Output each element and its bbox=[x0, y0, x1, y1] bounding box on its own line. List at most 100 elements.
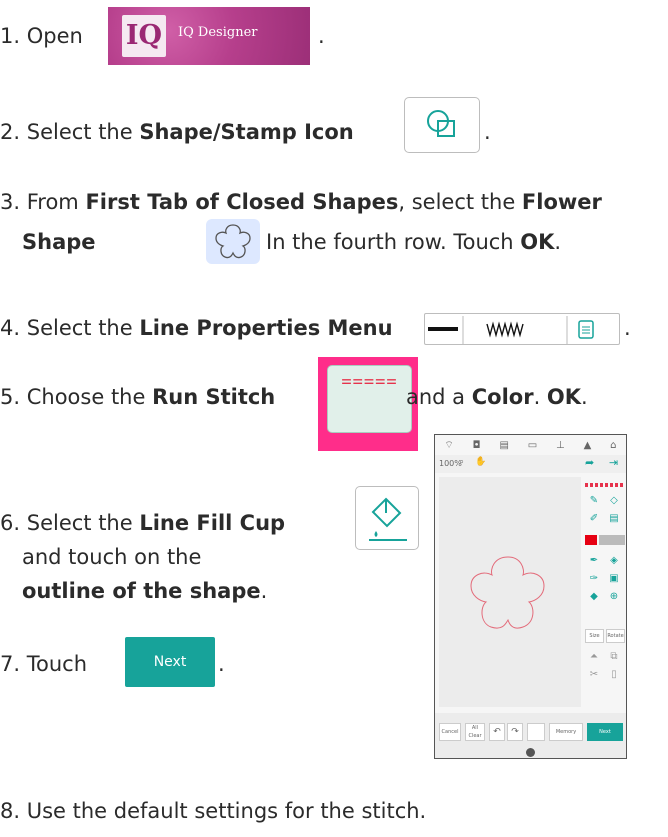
step-number: 5. bbox=[0, 385, 21, 409]
flower-outline-icon bbox=[215, 224, 251, 259]
hand-icon: ✋ bbox=[475, 457, 487, 467]
home-dot-icon bbox=[526, 748, 535, 757]
step-text: Use the default settings for the stitch. bbox=[26, 799, 427, 823]
step-bold: OK bbox=[520, 230, 555, 254]
step-1-end: . bbox=[318, 24, 325, 48]
design-canvas bbox=[439, 477, 581, 707]
line-fill-cup-icon bbox=[355, 486, 419, 550]
step-6-line-3: outline of the shape. bbox=[22, 577, 267, 605]
flower-shape-icon bbox=[206, 219, 260, 264]
all-clear-button: All Clear bbox=[465, 723, 485, 741]
line-properties-glyphs-icon bbox=[428, 316, 594, 344]
step-number: 2. bbox=[0, 120, 21, 144]
stamp-icon: ✑ bbox=[589, 573, 599, 584]
frame-icon: ▭ bbox=[527, 439, 538, 451]
step-bold: Shape bbox=[22, 230, 96, 254]
home-icon: ⌂ bbox=[610, 439, 617, 451]
step-text: , select the bbox=[398, 190, 522, 214]
run-stitch-button-highlight: ===== bbox=[318, 357, 418, 451]
step-bold: Line Properties Menu bbox=[139, 316, 393, 340]
eraser-icon: ✐ bbox=[589, 513, 599, 524]
step-4: 4. Select the Line Properties Menu bbox=[0, 314, 393, 342]
step-text: Select the bbox=[26, 316, 140, 340]
scissors-eraser-icon: ◆ bbox=[590, 591, 598, 602]
shape-stamp-icon bbox=[404, 97, 480, 153]
step-4-end: . bbox=[624, 316, 631, 340]
step-text: Touch bbox=[26, 652, 88, 676]
magnifier-icon: ⌕ bbox=[459, 457, 465, 467]
step-text: . bbox=[260, 579, 268, 603]
screen-next-button: Next bbox=[587, 723, 623, 741]
copy-icon: ⧉ bbox=[610, 651, 618, 662]
step-text: . bbox=[533, 385, 547, 409]
step-bold: Color bbox=[471, 385, 534, 409]
color-swatch-red bbox=[585, 535, 597, 545]
step-number: 3. bbox=[0, 190, 21, 214]
step-7-end: . bbox=[218, 652, 225, 676]
run-stitch-pattern: ===== bbox=[327, 365, 412, 433]
step-3-line-2-rest: In the fourth row. Touch OK. bbox=[266, 228, 561, 256]
iq-logo-label: IQ Designer bbox=[178, 25, 258, 40]
step-5-rest: and a Color. OK. bbox=[406, 383, 588, 411]
flower-outline-preview-icon bbox=[470, 556, 545, 629]
thread-icon: ⊥ bbox=[556, 439, 565, 451]
screen-toolbar: 100% ⌕ ✋ ➦ ⇥ bbox=[435, 455, 626, 473]
step-2-end: . bbox=[484, 120, 491, 144]
wifi-icon: ⌔ bbox=[444, 439, 454, 451]
screen-status-bar: ⌔ ◘ ▤ ▭ ⊥ ▲ ⌂ bbox=[435, 435, 626, 455]
shape-stamp-glyph-icon bbox=[427, 110, 455, 137]
redo-button: ↷ bbox=[507, 723, 523, 741]
brush-icon: ✒ bbox=[589, 555, 599, 566]
undo-button: ↶ bbox=[489, 723, 505, 741]
step-bold: Line Fill Cup bbox=[139, 511, 286, 535]
preview-button bbox=[527, 723, 545, 741]
memory-button: Memory bbox=[549, 723, 583, 741]
step-bold: First Tab of Closed Shapes bbox=[85, 190, 399, 214]
delete-icon: ▯ bbox=[611, 669, 617, 680]
machine-screen-preview: ⌔ ◘ ▤ ▭ ⊥ ▲ ⌂ 100% ⌕ ✋ ➦ ⇥ ✎ ◇ ✐ ▤ ✒ ◈ ✑… bbox=[434, 434, 627, 759]
document-icon: ▤ bbox=[499, 439, 509, 451]
cancel-button: Cancel bbox=[439, 723, 461, 741]
step-bold: outline of the shape bbox=[22, 579, 261, 603]
flip-icon: ⏶ bbox=[590, 651, 598, 662]
step-number: 4. bbox=[0, 316, 21, 340]
iq-designer-logo: IQ IQ Designer bbox=[108, 7, 310, 65]
size-button: Size bbox=[585, 629, 604, 643]
step-number: 7. bbox=[0, 652, 21, 676]
step-text: Select the bbox=[26, 511, 140, 535]
step-6-line-2: and touch on the bbox=[22, 545, 202, 569]
step-number: 6. bbox=[0, 511, 21, 535]
export-icon: ⇥ bbox=[609, 456, 619, 469]
iq-logo-mark: IQ bbox=[122, 15, 166, 57]
step-7: 7. Touch bbox=[0, 650, 87, 678]
step-3-line-2: Shape bbox=[22, 228, 96, 256]
next-button: Next bbox=[125, 637, 215, 687]
step-text: In the fourth row. Touch bbox=[266, 230, 521, 254]
lock-icon: ▲ bbox=[583, 439, 592, 451]
camera-icon: ◘ bbox=[472, 439, 481, 451]
shapes-icon: ⊕ bbox=[609, 591, 619, 602]
step-3: 3. From First Tab of Closed Shapes, sele… bbox=[0, 188, 602, 216]
step-text: . bbox=[581, 385, 588, 409]
redo-arrow-icon: ➦ bbox=[585, 456, 595, 469]
list-icon: ▤ bbox=[609, 513, 619, 524]
color-swatch-gray bbox=[599, 535, 625, 545]
step-1: 1. Open bbox=[0, 22, 83, 50]
line-type-indicator bbox=[585, 483, 625, 487]
screen-bottom-bar: Cancel All Clear ↶ ↷ Memory Next bbox=[435, 713, 626, 758]
cut-icon: ✂ bbox=[589, 669, 599, 680]
step-text: Choose the bbox=[26, 385, 153, 409]
screen-side-panel: ✎ ◇ ✐ ▤ ✒ ◈ ✑ ▣ ◆ ⊕ Size Rotate ⏶ ⧉ ✂ ▯ bbox=[585, 477, 625, 707]
step-6: 6. Select the Line Fill Cup bbox=[0, 509, 285, 537]
fill-cup-glyph-icon bbox=[369, 497, 407, 541]
line-properties-menu bbox=[424, 313, 620, 345]
step-8: 8. Use the default settings for the stit… bbox=[0, 797, 426, 825]
step-text: From bbox=[26, 190, 86, 214]
step-number: 8. bbox=[0, 799, 21, 823]
step-text: and a bbox=[406, 385, 472, 409]
bucket-icon: ◈ bbox=[610, 555, 618, 566]
step-text: Select the bbox=[26, 120, 140, 144]
step-text: Open bbox=[26, 24, 83, 48]
step-text: . bbox=[554, 230, 562, 254]
fill-icon: ◇ bbox=[610, 495, 618, 506]
